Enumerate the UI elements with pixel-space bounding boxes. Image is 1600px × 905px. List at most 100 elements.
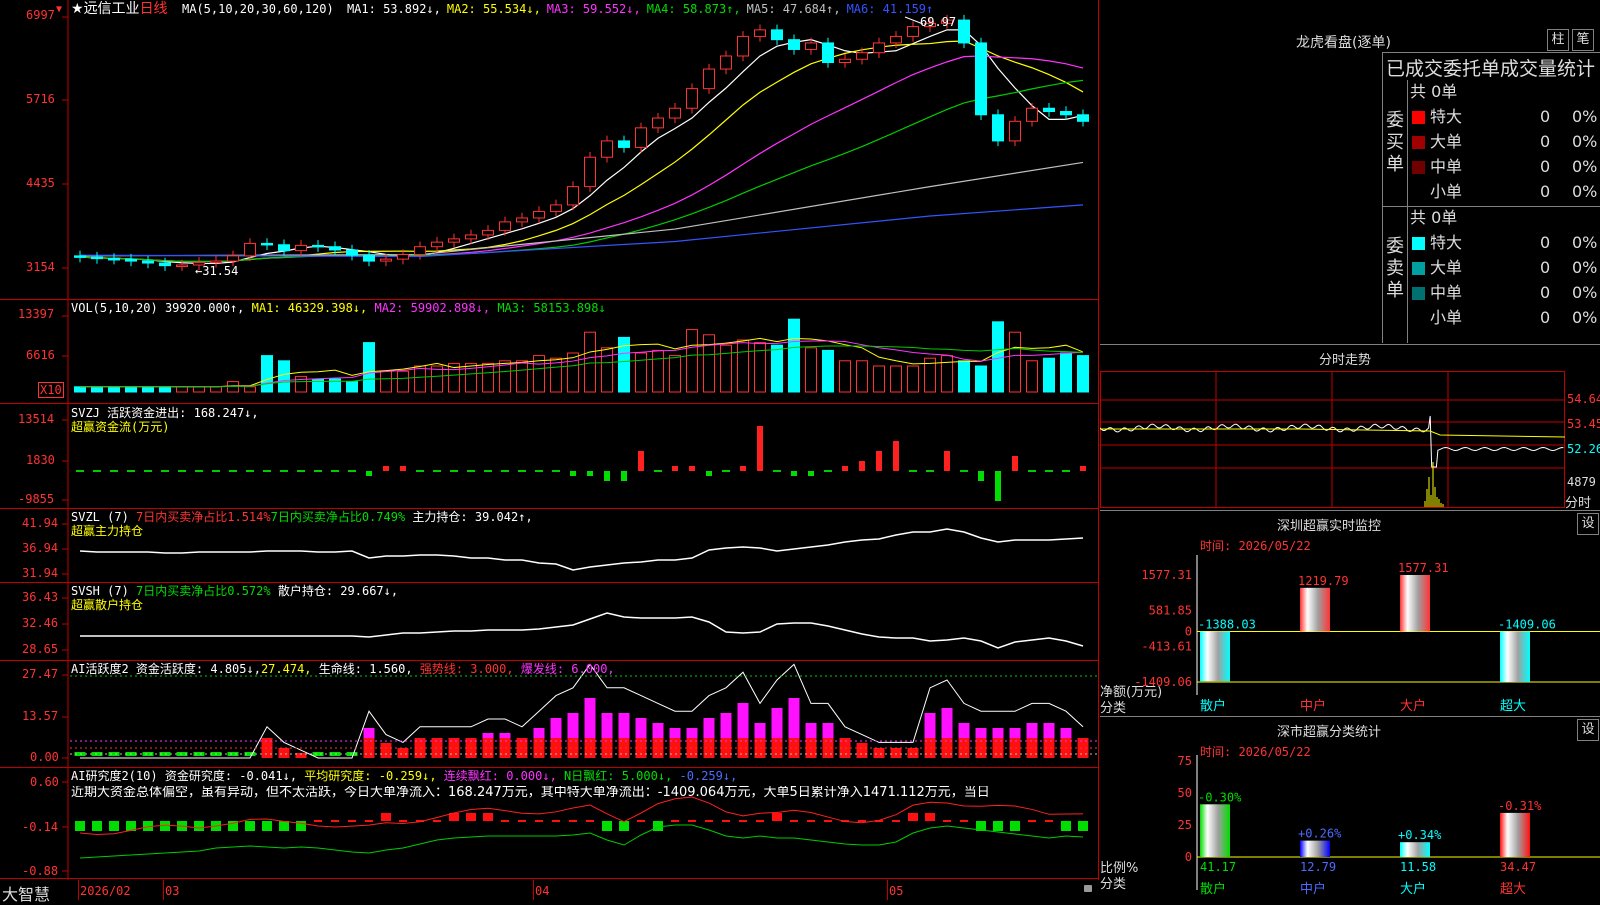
class-category-label: 大户	[1400, 881, 1426, 897]
vol-unit-badge[interactable]: X10	[38, 382, 64, 398]
fenshi-axis-label: 52.26	[1567, 442, 1600, 456]
stock-name[interactable]: 远信工业	[84, 1, 140, 17]
volume-bar	[397, 370, 409, 393]
volume-bar	[958, 360, 970, 393]
tab-volume[interactable]: 成交量	[1500, 58, 1557, 80]
period-label[interactable]: 日线	[140, 1, 168, 17]
svzj-mark	[570, 471, 576, 476]
svzl-axis-label: 36.94	[22, 541, 59, 555]
volume-bar	[822, 349, 834, 393]
sell-side-label: 委卖单	[1386, 236, 1404, 301]
sell-row-percent: 0%	[1572, 233, 1598, 252]
favorite-star-icon[interactable]: ★	[71, 1, 84, 17]
kline-chart[interactable]	[0, 0, 1099, 900]
vol-ma3: MA3: 58153.898↓	[497, 301, 606, 315]
ai2-mark	[772, 813, 782, 821]
volume-bar	[890, 365, 902, 393]
candle	[244, 238, 256, 262]
ai2-mark	[245, 821, 255, 831]
tab-filled[interactable]: 已成交	[1386, 58, 1443, 80]
svzj-mark	[366, 471, 372, 476]
vol-axis-label: 6616	[26, 348, 55, 362]
ai2-mark	[1078, 821, 1088, 831]
ma-legend-item: MA3: 59.552↓,	[546, 2, 641, 16]
ma-legend-item: MA5: 47.684↑,	[746, 2, 841, 16]
ai2-mark	[908, 813, 918, 821]
ai1-bar	[1009, 728, 1021, 738]
monitor-bar	[1400, 575, 1430, 632]
ai1-bar	[771, 708, 783, 738]
candle	[278, 239, 290, 256]
volume-bar	[516, 360, 528, 393]
lhb-title: 龙虎看盘(逐单)	[1296, 35, 1391, 51]
date-label: 04	[535, 884, 550, 898]
volume-bar	[380, 370, 392, 393]
scroll-up-arrow[interactable]: ▼	[56, 4, 66, 15]
volume-bar	[856, 360, 868, 393]
sell-row-count: 0	[1540, 283, 1551, 302]
class-bar	[1400, 842, 1430, 857]
candle	[312, 240, 324, 252]
volume-bar	[346, 381, 358, 393]
sell-row-percent: 0%	[1572, 308, 1598, 327]
svzl-axis-label: 41.94	[22, 516, 59, 530]
ai2-mark	[194, 821, 204, 831]
sz-class-settings-button[interactable]: 设	[1577, 719, 1599, 741]
ai1-bar	[737, 703, 749, 738]
svzl-head: SVZL (7)	[71, 510, 129, 524]
chart-area[interactable]: 6997 5716 4435 3154 ▼ ★远信工业日线 MA(5,10,20…	[0, 0, 1099, 904]
tab-orders[interactable]: 委托单	[1443, 58, 1500, 80]
svzj-mark	[383, 466, 389, 471]
brand-label[interactable]: 大智慧	[2, 881, 50, 905]
sz-monitor-settings-button[interactable]: 设	[1577, 513, 1599, 535]
fenshi-unit-label: 分时	[1565, 496, 1592, 511]
monitor-bar	[1300, 587, 1330, 632]
tab-stats[interactable]: 统计	[1557, 58, 1595, 80]
sell-row-count: 0	[1540, 258, 1551, 277]
svzj-mark	[689, 466, 695, 471]
ai1-bar	[567, 713, 579, 738]
sell-color-swatch	[1412, 237, 1425, 250]
sell-color-swatch	[1412, 262, 1425, 275]
intraday-chart[interactable]	[1100, 371, 1600, 509]
class-bar	[1200, 804, 1230, 857]
buy-row-count: 0	[1540, 132, 1551, 151]
ai1-bar	[890, 748, 902, 758]
candle	[584, 152, 596, 192]
right-panel: 龙虎看盘(逐单) 柱 笔 已成交委托单成交量统计 委买单 共 0单 特大 0 0% 大…	[1100, 0, 1600, 900]
buy-color-swatch	[1412, 161, 1425, 174]
ai1-axis-label: 13.57	[22, 709, 59, 723]
sz-monitor-chart[interactable]: 1577.31 581.85 0-413.61 -1409.06 -1388.03 散户 1…	[1100, 555, 1600, 715]
ma-legend-item: MA4: 58.873↑,	[646, 2, 741, 16]
lock-icon[interactable]	[1084, 885, 1092, 892]
class-category-label: 超大	[1500, 882, 1526, 897]
tick-mode-button[interactable]: 笔	[1572, 29, 1594, 51]
candle	[839, 54, 851, 68]
ai2-axis-label: -0.88	[22, 864, 59, 878]
price-axis-label-top: 6997	[26, 8, 55, 22]
svzl-legend: SVZL (7) 7日内买卖净占比1.514%7日内买卖净占比0.749% 主力…	[71, 510, 533, 524]
candle	[822, 37, 834, 68]
ma-line	[79, 161, 1084, 257]
ai1-bar	[618, 713, 630, 738]
lhb-tabs: 已成交委托单成交量统计	[1386, 54, 1595, 81]
svsh-legend: SVSH (7) 7日内买卖净占比0.572% 散户持仓: 29.667↓,	[71, 584, 398, 598]
ai1-bar	[703, 718, 715, 738]
column-mode-button[interactable]: 柱	[1547, 29, 1569, 51]
candle	[1043, 103, 1055, 117]
sell-color-swatch	[1412, 287, 1425, 300]
candle	[992, 109, 1004, 147]
volume-bar	[873, 365, 885, 393]
buy-row-label: 特大	[1430, 107, 1463, 126]
sz-class-chart[interactable]: 75 50 25 0 -0.30% 41.17 散户 +0.26% 12.79 中户 +0.34% 1…	[1100, 755, 1600, 900]
sz-monitor-time: 时间: 2026/05/22	[1200, 539, 1311, 553]
class-category-label: 散户	[1200, 881, 1226, 897]
candle	[431, 236, 443, 252]
svzj-mark	[1080, 466, 1086, 471]
class-axis-label: 75	[1178, 755, 1192, 768]
ai2-head: AI研究度2(10)	[71, 769, 158, 783]
buy-row-percent: 0%	[1572, 132, 1598, 151]
ai2-mark	[92, 821, 102, 831]
ai1-bar	[873, 748, 885, 758]
ai1-bar	[975, 728, 987, 738]
